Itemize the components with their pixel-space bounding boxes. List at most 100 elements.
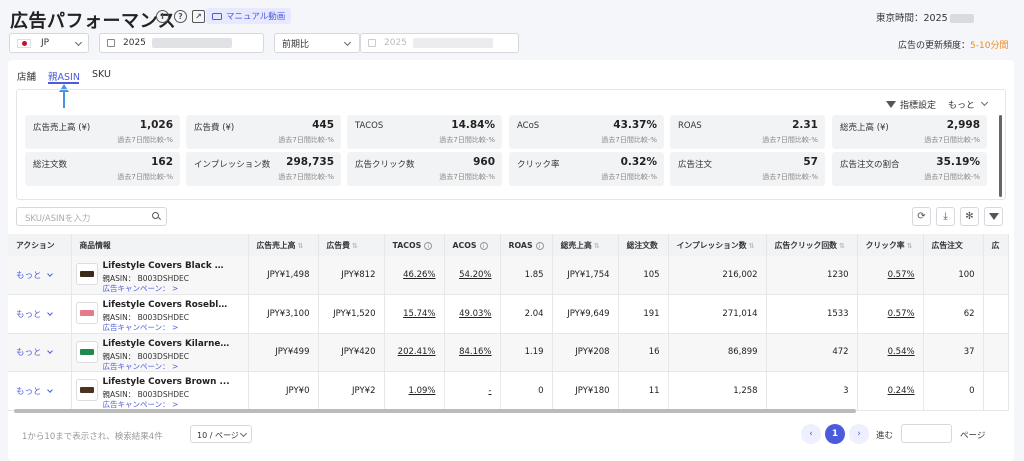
metric-card[interactable]: ACoS 43.37% 過去7日間比較-% [509,115,664,149]
table-cell[interactable]: 54.20% [444,256,501,295]
compare-select[interactable]: 前期比 [274,33,360,53]
table-row[interactable]: もっと Lifestyle Covers Roseblu... 親ASIN： B00… [8,294,1009,334]
sort-icon[interactable]: ⇅ [352,242,358,250]
metric-link[interactable]: 54.20% [459,270,491,280]
column-header[interactable]: 広告注文 [923,234,984,256]
metric-link[interactable]: 0.57% [888,309,915,319]
download-button[interactable]: ⤓ [936,207,955,226]
table-filter-button[interactable] [984,207,1003,226]
column-header[interactable]: 広告クリック回数 ⇅ [766,234,858,256]
metric-card[interactable]: インプレッション数 298,735 過去7日間比較-% [186,152,341,186]
product-name[interactable]: Lifestyle Covers Roseblu... [103,300,231,310]
external-link-icon[interactable]: ↗ [192,10,205,23]
table-cell[interactable]: 0.24% [857,371,924,411]
row-action-more[interactable]: もっと [8,333,72,372]
product-thumbnail[interactable] [75,340,98,363]
table-cell[interactable]: 15.74% [384,294,445,334]
next-page-button[interactable]: › [849,424,869,444]
table-row[interactable]: もっと Lifestyle Covers Black M... 親ASIN： B00… [8,256,1009,295]
metric-link[interactable]: 15.74% [403,309,435,319]
column-header[interactable]: インプレッション数 ⇅ [668,234,767,256]
metric-card[interactable]: 広告注文 57 過去7日間比較-% [670,152,825,186]
metric-card[interactable]: TACOS 14.84% 過去7日間比較-% [347,115,502,149]
horizontal-scrollbar[interactable] [14,409,856,413]
ad-campaign-link[interactable]: 広告キャンペーン： > [103,283,179,294]
column-header[interactable]: アクション [8,234,72,256]
metric-card[interactable]: クリック率 0.32% 過去7日間比較-% [509,152,664,186]
metric-link[interactable]: 0.54% [888,347,915,357]
sort-icon[interactable]: ⇅ [594,242,600,250]
table-cell[interactable]: 84.16% [444,333,501,372]
column-header[interactable]: ACOS i [444,234,501,256]
ad-campaign-link[interactable]: 広告キャンペーン： > [103,322,179,332]
table-cell[interactable]: 202.41% [384,333,445,372]
settings-button[interactable]: ✻ [960,207,979,226]
metric-settings-button[interactable]: 指標設定 [900,98,936,111]
metric-link[interactable]: 84.16% [459,347,491,357]
metric-card[interactable]: ROAS 2.31 過去7日間比較-% [670,115,825,149]
table-cell[interactable]: 46.26% [384,256,445,295]
compare-date-picker[interactable]: 2025 [360,33,519,53]
sort-icon[interactable]: ⇅ [907,242,913,250]
column-header[interactable]: ROAS i [500,234,553,256]
metric-card[interactable]: 広告費 (¥) 445 過去7日間比較-% [186,115,341,149]
product-name[interactable]: Lifestyle Covers Black M... [103,261,231,271]
column-header[interactable]: クリック率 ⇅ [857,234,924,256]
goto-page-input[interactable] [901,424,952,443]
page-size-select[interactable]: 10 / ページ [190,425,252,443]
market-select[interactable]: JP [9,33,89,53]
metric-card[interactable]: 広告注文の割合 35.19% 過去7日間比較-% [832,152,987,186]
metric-link[interactable]: 46.26% [403,270,435,280]
metric-link[interactable]: 1.09% [408,386,435,396]
metric-card[interactable]: 広告クリック数 960 過去7日間比較-% [347,152,502,186]
metric-link[interactable]: 202.41% [398,347,436,357]
column-header[interactable]: 広告費 ⇅ [318,234,385,256]
metric-link[interactable]: 49.03% [459,309,491,319]
column-header[interactable]: 広告売上高 ⇅ [248,234,319,256]
product-name[interactable]: Lifestyle Covers Brown ... [103,377,231,387]
metric-card[interactable]: 広告売上高 (¥) 1,026 過去7日間比較-% [25,115,180,149]
row-action-more[interactable]: もっと [8,294,72,334]
metric-card[interactable]: 総売上高 (¥) 2,998 過去7日間比較-% [832,115,987,149]
tab-parent-asin[interactable]: 親ASIN [48,69,80,83]
column-header[interactable]: 商品情報 [71,234,249,256]
metric-link[interactable]: - [488,386,491,396]
column-header[interactable]: TACOS i [384,234,445,256]
manual-video-button[interactable]: マニュアル動画 [206,8,292,24]
metric-card[interactable]: 総注文数 162 過去7日間比較-% [25,152,180,186]
date-range-picker[interactable]: 2025 [99,33,264,53]
table-cell[interactable]: 0.57% [857,256,924,295]
row-action-more[interactable]: もっと [8,371,72,411]
table-cell[interactable]: - [444,371,501,411]
info-icon[interactable]: i [535,241,544,250]
sort-icon[interactable]: ⇅ [749,242,755,250]
row-action-more[interactable]: もっと [8,256,72,295]
table-row[interactable]: もっと Lifestyle Covers Brown ... 親ASIN： B003… [8,371,1009,411]
info-icon[interactable]: i [479,241,488,250]
product-thumbnail[interactable] [75,302,98,324]
metric-link[interactable]: 0.24% [888,386,915,396]
table-cell[interactable]: 0.54% [857,333,924,372]
tab-sku[interactable]: SKU [92,69,111,80]
vertical-scrollbar[interactable] [999,115,1002,197]
refresh-button[interactable]: ⟳ [912,207,931,226]
info-icon[interactable]: i [156,10,169,23]
more-button[interactable]: もっと [948,98,989,111]
column-header[interactable]: 総注文数 [618,234,669,256]
column-header[interactable]: 総売上高 ⇅ [552,234,619,256]
table-cell[interactable]: 1.09% [384,371,445,411]
sort-icon[interactable]: ⇅ [839,242,845,250]
metric-link[interactable]: 0.57% [888,270,915,280]
sku-asin-search[interactable]: SKU/ASINを入力 [16,207,167,226]
ad-campaign-link[interactable]: 広告キャンペーン： > [103,361,179,371]
page-button-current[interactable]: 1 [825,424,845,444]
help-icon[interactable]: ? [174,10,187,23]
product-thumbnail[interactable] [75,263,98,285]
product-thumbnail[interactable] [75,379,98,401]
table-row[interactable]: もっと Lifestyle Covers Kilarney... 親ASIN： B0… [8,333,1009,372]
table-cell[interactable]: 49.03% [444,294,501,334]
table-cell[interactable]: 0.57% [857,294,924,334]
product-name[interactable]: Lifestyle Covers Kilarney... [103,339,231,349]
prev-page-button[interactable]: ‹ [801,424,821,444]
column-header[interactable]: 広 [983,234,1009,256]
